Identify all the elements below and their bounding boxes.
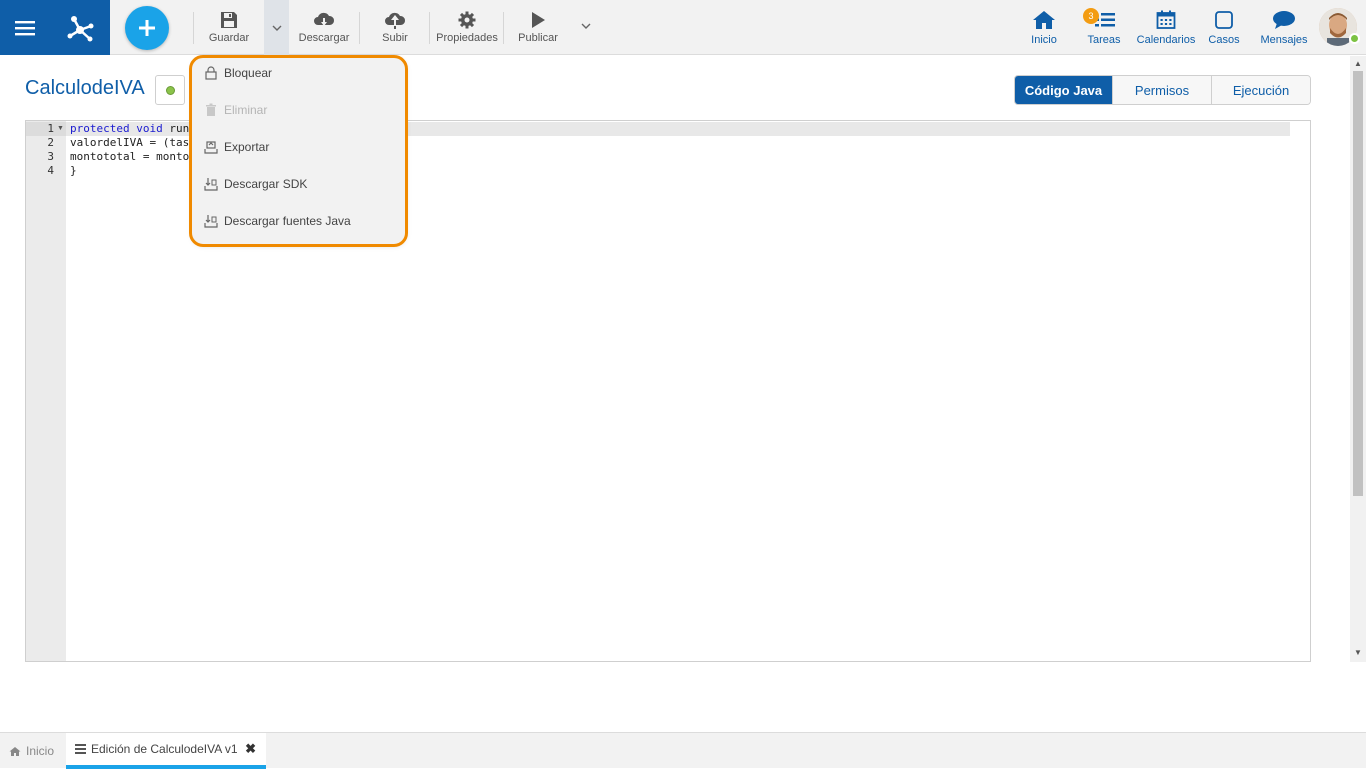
toolbar-separator (429, 12, 430, 44)
fold-arrow-icon[interactable]: ▼ (57, 125, 64, 132)
bottom-tab-current[interactable]: Edición de CalculodeIVA v1 ✖ (66, 733, 266, 769)
code-text: montototal = monto (70, 150, 190, 163)
plus-icon (139, 20, 155, 36)
calendar-icon (1156, 10, 1176, 29)
nav-cases[interactable]: Casos (1206, 0, 1242, 55)
line-number: 1 (47, 122, 54, 135)
list-icon (75, 744, 86, 754)
nav-home[interactable]: Inicio (1026, 0, 1062, 55)
create-new-button[interactable] (125, 6, 169, 50)
save-button[interactable]: Guardar (205, 0, 253, 55)
scroll-thumb[interactable] (1353, 71, 1363, 496)
gear-icon (458, 11, 476, 29)
chat-bubble-icon (1273, 10, 1295, 29)
chevron-down-icon (272, 25, 281, 31)
scroll-up-arrow-icon[interactable]: ▲ (1354, 59, 1362, 68)
line-number: 4 (47, 164, 54, 177)
code-line[interactable]: protected void run( (70, 122, 196, 135)
code-line[interactable]: montototal = monto (70, 150, 189, 163)
menu-item-delete: Eliminar (204, 100, 267, 120)
more-toolbar-dropdown-toggle[interactable] (576, 0, 596, 55)
nav-cases-label: Casos (1208, 33, 1240, 46)
download-sdk-icon (204, 178, 218, 191)
hamburger-icon (15, 20, 35, 35)
menu-item-label: Exportar (224, 140, 270, 154)
code-text: } (70, 164, 77, 177)
download-button[interactable]: Descargar (296, 0, 352, 55)
code-text: valordelIVA = (tas (70, 136, 190, 149)
nav-messages-label: Mensajes (1260, 33, 1308, 46)
bottom-tab-home-label: Inicio (26, 744, 55, 758)
code-line[interactable]: } (70, 164, 77, 177)
properties-label: Propiedades (436, 32, 498, 44)
tab-execution[interactable]: Ejecución (1211, 76, 1310, 104)
tasks-count-badge: 3 (1083, 8, 1099, 24)
page-scrollbar[interactable]: ▲ ▼ (1350, 56, 1366, 662)
bottom-tab-bar: Inicio Edición de CalculodeIVA v1 ✖ (0, 732, 1366, 769)
scroll-down-arrow-icon[interactable]: ▼ (1354, 648, 1362, 657)
publish-label: Publicar (518, 32, 558, 44)
cloud-upload-icon (385, 12, 406, 29)
floppy-disk-icon (221, 12, 237, 28)
menu-item-label: Eliminar (224, 103, 268, 117)
tab-java-code[interactable]: Código Java (1015, 76, 1112, 104)
tab-permissions[interactable]: Permisos (1112, 76, 1211, 104)
page-title: CalculodeIVA (25, 77, 145, 99)
toolbar-separator (503, 12, 504, 44)
menu-item-lock[interactable]: Bloquear (204, 63, 272, 83)
download-label: Descargar (298, 32, 350, 44)
nav-home-label: Inicio (1031, 33, 1057, 46)
menu-item-label: Descargar SDK (224, 177, 308, 191)
menu-item-export[interactable]: Exportar (204, 137, 269, 157)
code-line[interactable]: valordelIVA = (tas (70, 136, 189, 149)
app-logo[interactable] (50, 0, 110, 55)
line-number: 3 (47, 150, 54, 163)
cloud-download-icon (314, 12, 335, 26)
menu-item-label: Bloquear (224, 66, 273, 80)
status-dot (165, 85, 175, 95)
top-toolbar: Guardar Descargar Subir Propiedades Publ… (0, 0, 1366, 55)
download-source-icon (204, 215, 218, 228)
trash-icon (206, 103, 216, 116)
publish-button[interactable]: Publicar (514, 0, 562, 55)
line-number-gutter (26, 121, 66, 661)
online-status-dot (1349, 33, 1360, 44)
properties-button[interactable]: Propiedades (433, 0, 501, 55)
code-text: run( (162, 122, 196, 135)
save-label: Guardar (208, 32, 250, 44)
more-actions-dropdown-toggle[interactable] (264, 0, 289, 55)
home-icon (9, 746, 21, 756)
nav-messages[interactable]: Mensajes (1258, 0, 1310, 55)
play-icon (532, 12, 545, 28)
cases-square-icon (1215, 10, 1233, 29)
lock-icon (205, 66, 217, 80)
hamburger-menu-button[interactable] (0, 0, 50, 55)
bottom-tab-home[interactable]: Inicio (9, 733, 54, 769)
toolbar-separator (359, 12, 360, 44)
logo-icon (67, 15, 94, 41)
upload-label: Subir (382, 32, 408, 44)
close-icon[interactable]: ✖ (245, 741, 256, 757)
nav-calendars-label: Calendarios (1136, 33, 1196, 46)
status-indicator-button[interactable] (155, 75, 185, 105)
menu-item-download-java-sources[interactable]: Descargar fuentes Java (204, 211, 351, 231)
more-actions-menu: Bloquear Eliminar Exportar Descargar SDK (192, 56, 406, 244)
bottom-tab-current-label: Edición de CalculodeIVA v1 (91, 742, 238, 756)
export-icon (204, 141, 218, 154)
chevron-down-icon (581, 23, 591, 29)
editor-tabs: Código Java Permisos Ejecución (1014, 75, 1311, 105)
nav-tasks-label: Tareas (1087, 33, 1121, 46)
code-keyword: protected void (70, 122, 163, 135)
toolbar-separator (193, 12, 194, 44)
nav-calendars[interactable]: Calendarios (1134, 0, 1198, 55)
menu-item-download-sdk[interactable]: Descargar SDK (204, 174, 307, 194)
menu-item-label: Descargar fuentes Java (224, 214, 351, 228)
upload-button[interactable]: Subir (374, 0, 416, 55)
line-number: 2 (47, 136, 54, 149)
home-icon (1033, 10, 1055, 29)
